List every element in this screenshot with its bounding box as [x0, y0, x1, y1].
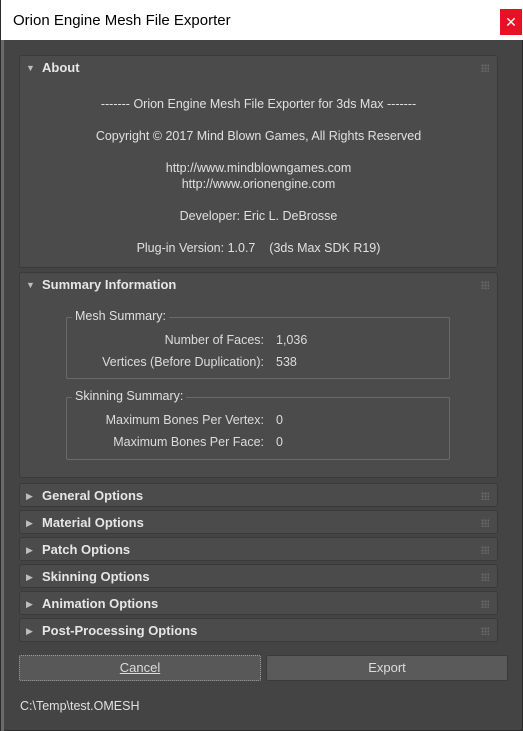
- about-title: About: [42, 60, 80, 75]
- skinning-summary-group: Skinning Summary: Maximum Bones Per Vert…: [66, 389, 450, 460]
- window-title: Orion Engine Mesh File Exporter: [13, 12, 231, 29]
- drag-grip-icon[interactable]: [481, 281, 489, 289]
- rollout-title: Post-Processing Options: [42, 623, 198, 638]
- drag-grip-icon[interactable]: [481, 492, 489, 500]
- rollout-header[interactable]: ▶ General Options: [20, 484, 497, 508]
- general-options-rollout[interactable]: ▶ General Options: [19, 483, 498, 507]
- rollout-header[interactable]: ▶ Skinning Options: [20, 565, 497, 589]
- rollout-title: Patch Options: [42, 542, 131, 557]
- faces-value: 1,036: [276, 333, 308, 347]
- expanded-triangle-icon: ▼: [26, 280, 35, 290]
- rollout-header[interactable]: ▶ Animation Options: [20, 592, 497, 616]
- faces-label: Number of Faces:: [164, 333, 264, 347]
- summary-title: Summary Information: [42, 277, 177, 292]
- rollout-header[interactable]: ▶ Material Options: [20, 511, 497, 535]
- vertices-value: 538: [276, 355, 297, 369]
- material-options-rollout[interactable]: ▶ Material Options: [19, 510, 498, 534]
- about-url-orion: http://www.orionengine.com: [181, 177, 336, 191]
- about-banner: ------- Orion Engine Mesh File Exporter …: [100, 97, 417, 111]
- drag-grip-icon[interactable]: [481, 627, 489, 635]
- export-button[interactable]: Export: [266, 655, 508, 681]
- summary-rollout: ▼ Summary Information Mesh Summary: Numb…: [19, 272, 498, 478]
- export-label: Export: [368, 660, 406, 675]
- collapsed-triangle-icon: ▶: [26, 626, 33, 636]
- window-edge: [1, 40, 4, 731]
- drag-grip-icon[interactable]: [481, 573, 489, 581]
- drag-grip-icon[interactable]: [481, 519, 489, 527]
- about-url-mindblown: http://www.mindblowngames.com: [165, 161, 352, 175]
- about-copyright: Copyright © 2017 Mind Blown Games, All R…: [95, 129, 422, 143]
- collapsed-triangle-icon: ▶: [26, 572, 33, 582]
- rollout-header[interactable]: ▶ Post-Processing Options: [20, 619, 497, 643]
- about-developer: Developer: Eric L. DeBrosse: [179, 209, 338, 223]
- mesh-summary-label: Mesh Summary:: [72, 309, 169, 323]
- bones-per-face-label: Maximum Bones Per Face:: [113, 435, 264, 449]
- drag-grip-icon[interactable]: [481, 64, 489, 72]
- rollout-title: General Options: [42, 488, 144, 503]
- bones-per-vertex-value: 0: [276, 413, 283, 427]
- drag-grip-icon[interactable]: [481, 546, 489, 554]
- collapsed-triangle-icon: ▶: [26, 599, 33, 609]
- rollout-title: Animation Options: [42, 596, 159, 611]
- close-button[interactable]: ✕: [500, 9, 522, 35]
- summary-rollout-header[interactable]: ▼ Summary Information: [20, 273, 497, 297]
- cancel-button[interactable]: Cancel: [19, 655, 261, 681]
- skinning-summary-label: Skinning Summary:: [72, 389, 187, 403]
- expanded-triangle-icon: ▼: [26, 63, 35, 73]
- rollout-title: Material Options: [42, 515, 144, 530]
- about-rollout-header[interactable]: ▼ About: [20, 56, 497, 80]
- title-bar: Orion Engine Mesh File Exporter ✕: [1, 0, 523, 40]
- rollout-header[interactable]: ▶ Patch Options: [20, 538, 497, 562]
- collapsed-triangle-icon: ▶: [26, 491, 33, 501]
- drag-grip-icon[interactable]: [481, 600, 489, 608]
- post-processing-options-rollout[interactable]: ▶ Post-Processing Options: [19, 618, 498, 642]
- bones-per-face-value: 0: [276, 435, 283, 449]
- rollout-title: Skinning Options: [42, 569, 150, 584]
- bones-per-vertex-label: Maximum Bones Per Vertex:: [105, 413, 264, 427]
- skinning-options-rollout[interactable]: ▶ Skinning Options: [19, 564, 498, 588]
- cancel-label: Cancel: [119, 660, 161, 675]
- collapsed-triangle-icon: ▶: [26, 545, 33, 555]
- about-rollout: ▼ About ------- Orion Engine Mesh File E…: [19, 55, 498, 268]
- close-icon: ✕: [505, 14, 517, 30]
- output-path: C:\Temp\test.OMESH: [20, 699, 140, 713]
- collapsed-triangle-icon: ▶: [26, 518, 33, 528]
- mesh-summary-group: Mesh Summary: Number of Faces: 1,036 Ver…: [66, 309, 450, 379]
- exporter-window: Orion Engine Mesh File Exporter ✕ ▼ Abou…: [0, 0, 523, 731]
- about-version: Plug-in Version: 1.0.7 (3ds Max SDK R19): [136, 241, 381, 255]
- vertices-label: Vertices (Before Duplication):: [102, 355, 264, 369]
- patch-options-rollout[interactable]: ▶ Patch Options: [19, 537, 498, 561]
- animation-options-rollout[interactable]: ▶ Animation Options: [19, 591, 498, 615]
